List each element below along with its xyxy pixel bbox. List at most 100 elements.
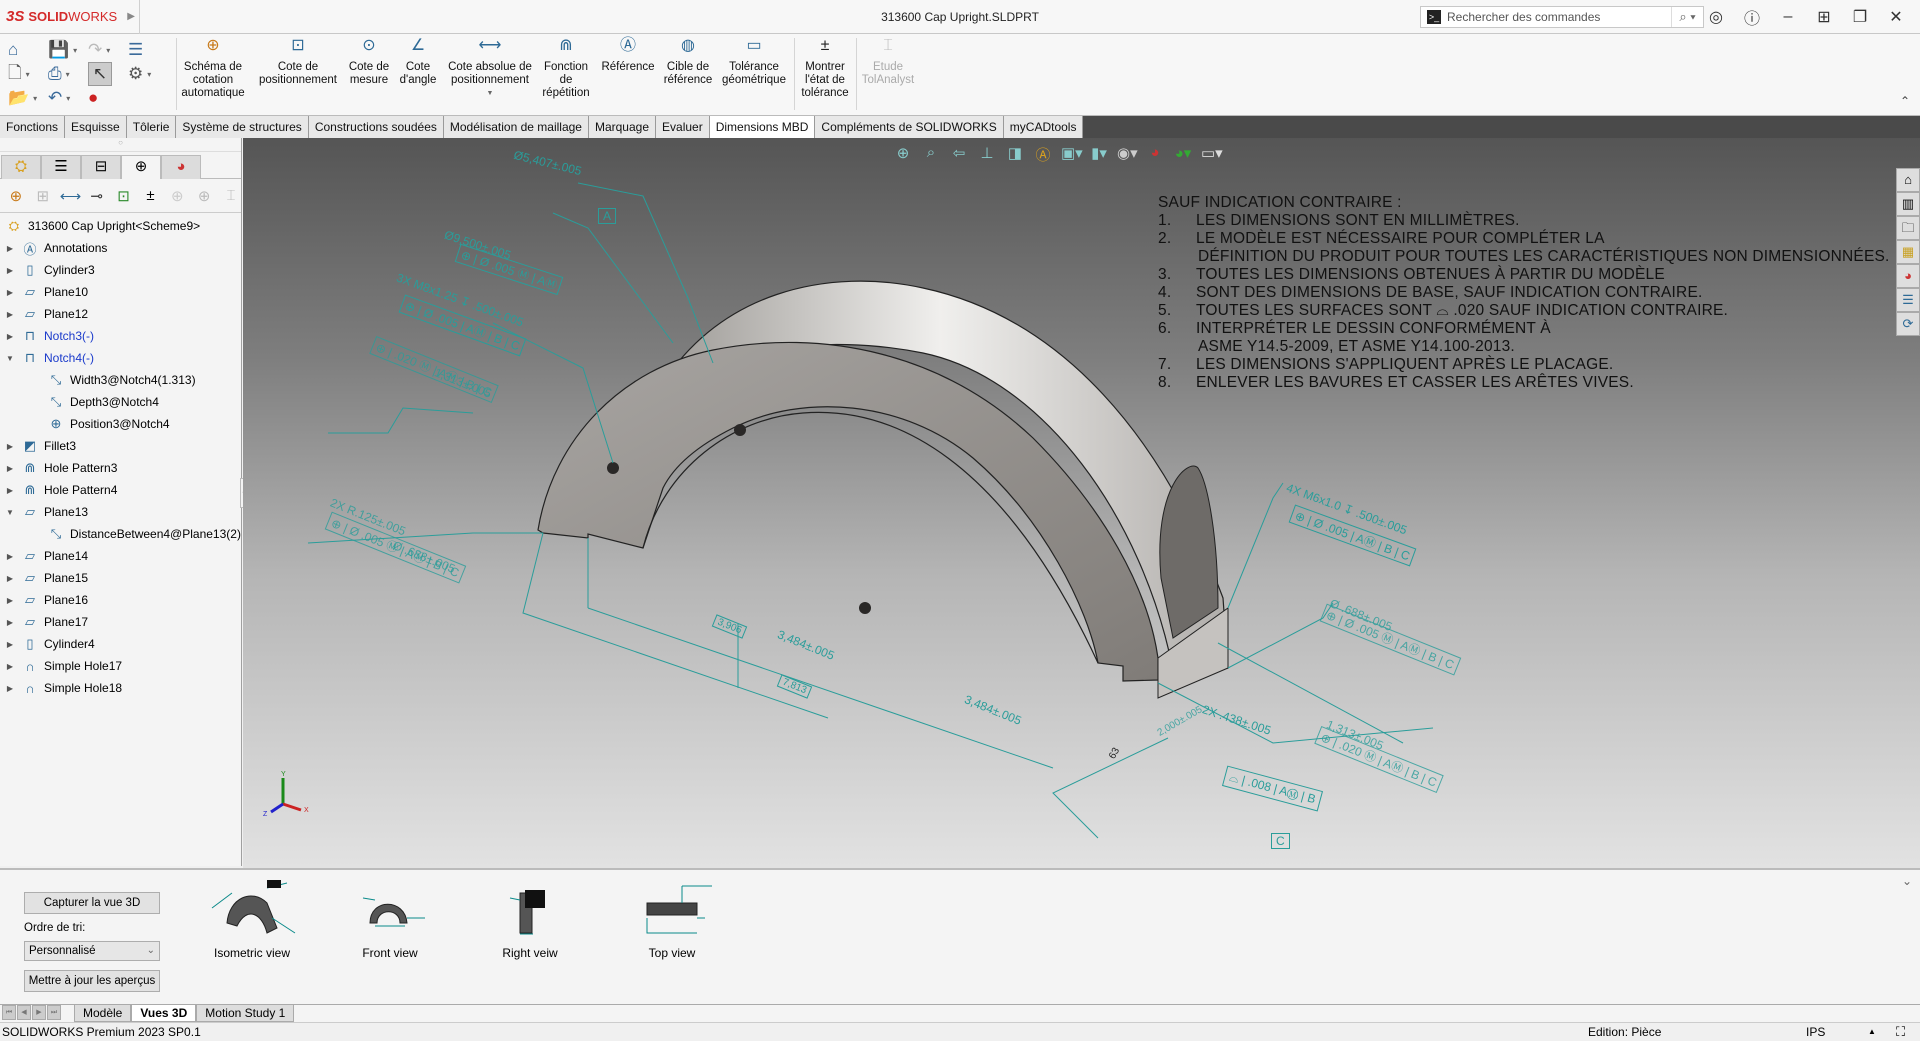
tree-item[interactable]: ▼ ⊓ Notch4(-) (0, 347, 241, 369)
tab-marquage[interactable]: Marquage (588, 116, 657, 138)
show-tolerance-status-button[interactable]: ± Montrer l'état de tolérance (798, 38, 852, 100)
update-previews-button[interactable]: Mettre à jour les aperçus (24, 970, 160, 992)
expand-arrow-icon[interactable]: ▶ (4, 266, 16, 275)
geometric-tolerance-button[interactable]: ▭ Tolérance géométrique (718, 38, 790, 87)
expand-arrow-icon[interactable]: ▶ (4, 486, 16, 495)
command-search[interactable]: >_ Rechercher des commandes ⌕ ▾ (1420, 6, 1704, 28)
select-icon[interactable]: ↖ (88, 62, 112, 86)
undo-icon[interactable]: ↶ ▾ (48, 86, 88, 110)
minimize-icon[interactable]: – (1770, 8, 1806, 26)
unit-menu-arrow-icon[interactable]: ▲ (1868, 1023, 1876, 1041)
tree-item[interactable]: ▶ ▯ Cylinder4 (0, 633, 241, 655)
redo-icon[interactable]: ↷ ▾ (88, 38, 128, 62)
solidworks-forum-icon[interactable]: ⟳ (1896, 312, 1920, 336)
help-icon[interactable]: ⓘ (1734, 5, 1770, 29)
tree-item[interactable]: ▶ ⋒ Hole Pattern3 (0, 457, 241, 479)
first-tab-icon[interactable]: ⏮ (2, 1005, 16, 1020)
tab-constructions-soudees[interactable]: Constructions soudées (308, 116, 444, 138)
next-tab-icon[interactable]: ▶ (32, 1005, 46, 1020)
datum-target-button[interactable]: ◍ Cible de référence (660, 38, 716, 87)
custom-properties-icon[interactable]: ☰ (1896, 288, 1920, 312)
tree-item[interactable]: ▶ ∩ Simple Hole17 (0, 655, 241, 677)
tab-display-manager[interactable]: ◕ (161, 155, 201, 179)
tree-item[interactable]: ▶ ◩ Fillet3 (0, 435, 241, 457)
expand-arrow-icon[interactable]: ▶ (4, 596, 16, 605)
tree-item[interactable]: ⤡ Depth3@Notch4 (0, 391, 241, 413)
general-notes[interactable]: SAUF INDICATION CONTRAIRE : 1. LES DIMENS… (1158, 194, 1890, 392)
panel-grip[interactable]: ○ (0, 138, 241, 152)
design-library-icon[interactable]: ▥ (1896, 192, 1920, 216)
tree-item[interactable]: ▶ Ⓐ Annotations (0, 237, 241, 259)
datum-button[interactable]: Ⓐ Référence (598, 38, 658, 74)
tab-systeme-structures[interactable]: Système de structures (176, 116, 309, 138)
tab-configuration-manager[interactable]: ⊟ (81, 155, 121, 179)
rebuild-traffic-light-icon[interactable]: ● (88, 86, 128, 110)
close-icon[interactable]: ✕ (1878, 7, 1914, 27)
restore-icon[interactable]: ❐ (1842, 7, 1878, 27)
home-icon[interactable]: ⌂ (8, 38, 48, 62)
options-list-icon[interactable]: ☰ (128, 38, 168, 62)
collapse-ribbon-icon[interactable]: ⌃ (1900, 94, 1910, 108)
expand-arrow-icon[interactable]: ▶ (4, 310, 16, 319)
search-input[interactable]: Rechercher des commandes (1447, 10, 1671, 24)
tree-item[interactable]: ⊕ Position3@Notch4 (0, 413, 241, 435)
unit-system[interactable]: IPS (1806, 1023, 1825, 1041)
tab-fonctions[interactable]: Fonctions (0, 116, 66, 138)
tree-item[interactable]: ▶ ▱ Plane10 (0, 281, 241, 303)
datum-dimension-button[interactable]: ⟷ Cote absolue de positionnement ▼ (446, 38, 534, 100)
expand-arrow-icon[interactable]: ▶ (4, 464, 16, 473)
tab-modelisation-maillage[interactable]: Modélisation de maillage (443, 116, 589, 138)
show-tolerance-status-icon[interactable]: ± (141, 187, 161, 204)
rebuild-status-icon[interactable]: ⛶ (1896, 1023, 1905, 1041)
user-icon[interactable]: ◎ (1698, 7, 1734, 27)
solidworks-resources-icon[interactable]: ⌂ (1896, 168, 1920, 192)
angle-dimension-button[interactable]: ∠ Cote d'angle (396, 38, 440, 87)
expand-arrow-icon[interactable]: ▶ (4, 332, 16, 341)
view-thumbnail-front[interactable]: Front view (330, 878, 450, 960)
pattern-feature-button[interactable]: ⋒ Fonction de répétition (540, 38, 592, 100)
tree-item[interactable]: ▶ ▱ Plane17 (0, 611, 241, 633)
print-icon[interactable]: ⎙ ▾ (48, 62, 88, 86)
tab-modele[interactable]: Modèle (74, 1005, 132, 1022)
file-explorer-icon[interactable]: 🗀 (1896, 216, 1920, 240)
show-tolerance-icon[interactable]: ⊸ (87, 187, 107, 205)
view-palette-icon[interactable]: ▦ (1896, 240, 1920, 264)
tree-item[interactable]: ▶ ∩ Simple Hole18 (0, 677, 241, 699)
tile-icon[interactable]: ⊞ (1806, 7, 1842, 27)
collapse-panel-icon[interactable]: ⌄ (1902, 874, 1912, 888)
menu-expand-icon[interactable]: ▶ (127, 11, 135, 22)
auto-dimension-scheme-button[interactable]: ⊕ Schéma de cotation automatique (180, 38, 246, 100)
tree-item[interactable]: ▶ ▱ Plane12 (0, 303, 241, 325)
previous-tab-icon[interactable]: ◀ (17, 1005, 31, 1020)
dropdown-arrow-icon[interactable]: ▼ (446, 87, 534, 100)
tab-dimxpert-manager[interactable]: ⊕ (121, 155, 161, 179)
tree-item[interactable]: ▶ ⋒ Hole Pattern4 (0, 479, 241, 501)
tree-item[interactable]: ▶ ⊓ Notch3(-) (0, 325, 241, 347)
tree-item[interactable]: ▶ ▱ Plane14 (0, 545, 241, 567)
expand-arrow-icon[interactable]: ▶ (4, 552, 16, 561)
tree-item[interactable]: ▶ ▯ Cylinder3 (0, 259, 241, 281)
tree-root[interactable]: ⛭ 313600 Cap Upright<Scheme9> (0, 215, 241, 237)
capture-3d-view-button[interactable]: Capturer la vue 3D (24, 892, 160, 914)
datum-dimension-icon[interactable]: ⟷ (60, 187, 82, 205)
tree-item[interactable]: ▶ ▱ Plane16 (0, 589, 241, 611)
view-thumbnail-top[interactable]: Top view (612, 878, 732, 960)
location-dimension-button[interactable]: ⊡ Cote de positionnement (254, 38, 342, 87)
expand-arrow-icon[interactable]: ▶ (4, 618, 16, 627)
expand-arrow-icon[interactable]: ▶ (4, 288, 16, 297)
tab-tolerie[interactable]: Tôlerie (126, 116, 177, 138)
auto-dimension-scheme-icon[interactable]: ⊕ (6, 187, 26, 205)
tree-item[interactable]: ⤡ DistanceBetween4@Plane13(2) (0, 523, 241, 545)
expand-arrow-icon[interactable]: ▶ (4, 640, 16, 649)
solidworks-logo[interactable]: 3S SOLIDWORKS ▶ (0, 0, 140, 34)
last-tab-icon[interactable]: ⏭ (47, 1005, 61, 1020)
collapse-arrow-icon[interactable]: ▼ (4, 354, 16, 363)
expand-arrow-icon[interactable]: ▶ (4, 684, 16, 693)
collapse-arrow-icon[interactable]: ▼ (4, 508, 16, 517)
open-file-icon[interactable]: 📂 ▾ (8, 86, 48, 110)
tab-evaluer[interactable]: Evaluer (656, 116, 710, 138)
tab-motion-study-1[interactable]: Motion Study 1 (196, 1005, 295, 1022)
expand-arrow-icon[interactable]: ▶ (4, 574, 16, 583)
tolerance-status-icon[interactable]: ⊡ (114, 187, 134, 205)
tab-esquisse[interactable]: Esquisse (65, 116, 127, 138)
